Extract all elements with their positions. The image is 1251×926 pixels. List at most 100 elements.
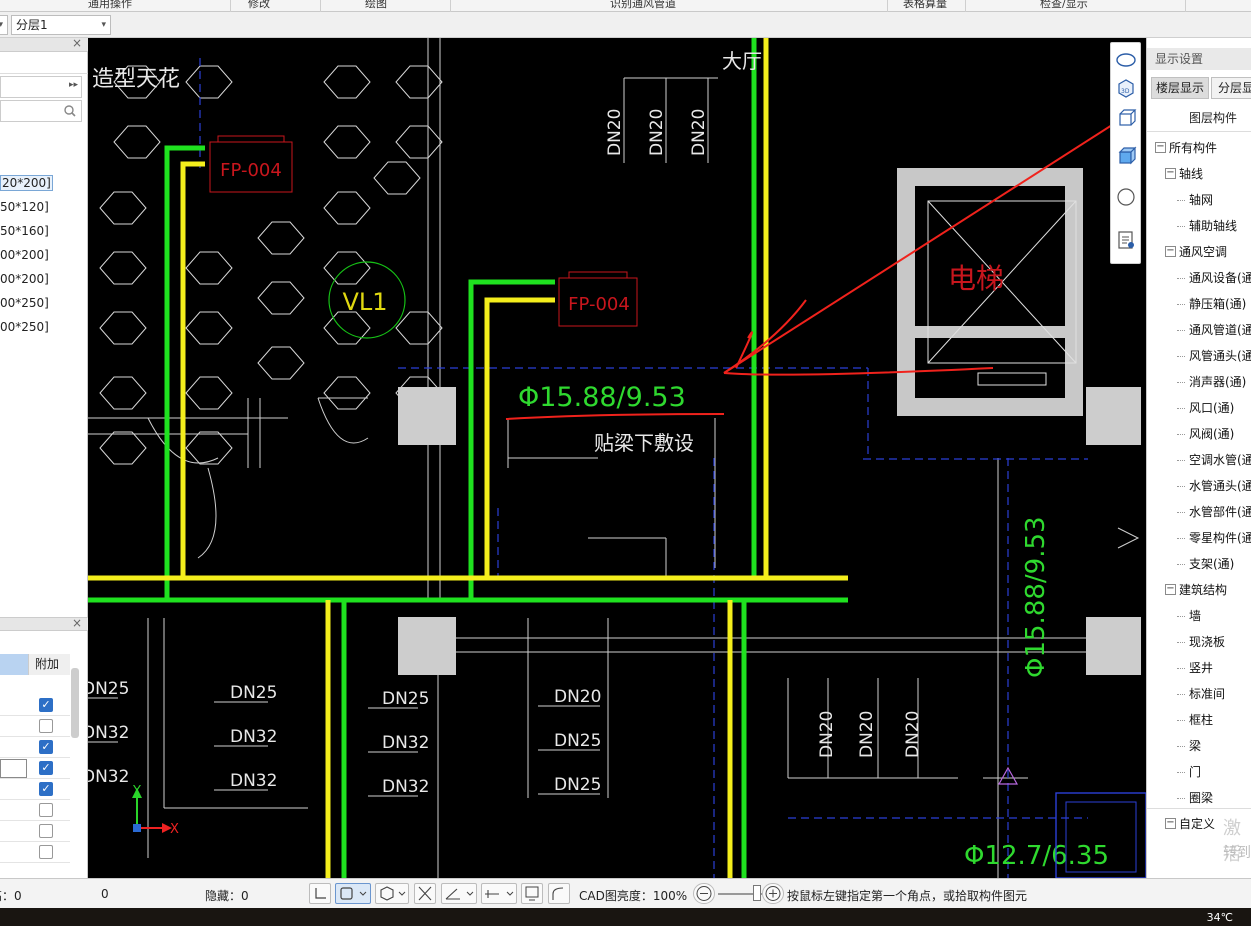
object-snap-button[interactable]	[375, 883, 409, 904]
tree-item[interactable]: 竖井	[1189, 655, 1213, 681]
attr-checkbox[interactable]: ✓	[39, 782, 53, 796]
rotate-icon[interactable]	[1115, 185, 1137, 207]
table-row	[0, 716, 70, 737]
tree-item[interactable]: 通风设备(通	[1189, 265, 1251, 291]
tree-item[interactable]: 通风管道(通	[1189, 317, 1251, 343]
list-item[interactable]: 00*250]	[0, 315, 88, 339]
column	[398, 617, 456, 675]
print-button[interactable]	[521, 883, 543, 904]
view-tool-palette: 3D	[1110, 42, 1141, 264]
ribbon-group-table[interactable]: 表格算量	[903, 0, 947, 11]
tree-item[interactable]: 轴线	[1179, 161, 1203, 187]
table-row	[0, 842, 70, 863]
tree-item[interactable]: 通风空调	[1179, 239, 1227, 265]
layer-select-value: 分层1	[16, 18, 48, 32]
tree-item[interactable]: 轴网	[1189, 187, 1213, 213]
search-icon[interactable]	[64, 105, 76, 117]
attr-checkbox[interactable]	[39, 824, 53, 838]
cube-outline-icon[interactable]	[1115, 107, 1137, 129]
tab-layer-display[interactable]: 分层显示	[1211, 77, 1251, 99]
tree-item[interactable]: 静压箱(通)	[1189, 291, 1246, 317]
tree-connector	[1177, 668, 1185, 669]
collapse-toggle-icon[interactable]: −	[1165, 584, 1176, 595]
tree-item[interactable]: 辅助轴线	[1189, 213, 1237, 239]
list-item[interactable]: 00*200]	[0, 243, 88, 267]
tree-item[interactable]: 现浇板	[1189, 629, 1225, 655]
tree-item[interactable]: 标准间	[1189, 681, 1225, 707]
ribbon-group-recognize-duct[interactable]: 识别通风管道	[610, 0, 676, 11]
ribbon-group-general[interactable]: 通用操作	[88, 0, 132, 11]
close-icon[interactable]: ×	[72, 36, 82, 50]
table-row	[0, 800, 70, 821]
dn-label: DN32	[230, 771, 277, 791]
floor-select[interactable]: ▾	[0, 15, 8, 35]
ortho-button[interactable]	[309, 883, 331, 904]
attr-checkbox[interactable]	[39, 845, 53, 859]
tree-item-label: 辅助轴线	[1189, 219, 1238, 233]
scrollbar[interactable]	[71, 668, 79, 738]
status-b: 0	[101, 887, 109, 901]
tree-item[interactable]: 框柱	[1189, 707, 1213, 733]
collapse-toggle-icon[interactable]: −	[1165, 168, 1176, 179]
tree-item[interactable]: 所有构件	[1169, 135, 1217, 161]
collapse-toggle-icon[interactable]: −	[1155, 142, 1166, 153]
tab-floor-display[interactable]: 楼层显示	[1151, 77, 1209, 99]
attr-checkbox[interactable]: ✓	[39, 761, 53, 775]
tree-item[interactable]: 门	[1189, 759, 1201, 785]
list-item[interactable]: 20*200]	[0, 171, 88, 195]
tree-connector	[1177, 538, 1185, 539]
cad-drawing-canvas[interactable]: FP-004 FP-004 VL1 造型天花 大厅 电梯 Φ15.88/9.53…	[88, 38, 1146, 878]
tree-item[interactable]: 支架(通)	[1189, 551, 1234, 577]
hall-label: 大厅	[722, 49, 762, 73]
tree-item-label: 水管通头(通	[1189, 479, 1251, 493]
angle-icon	[445, 888, 474, 900]
brightness-decrease-button[interactable]	[693, 883, 715, 904]
layer-select[interactable]: 分层1 ▾	[11, 15, 111, 35]
view-3d-icon[interactable]: 3D	[1115, 77, 1137, 99]
close-icon[interactable]: ×	[72, 616, 82, 630]
attr-checkbox[interactable]	[39, 803, 53, 817]
ribbon-group-draw[interactable]: 绘图	[365, 0, 387, 11]
tree-item[interactable]: 水管部件(通	[1189, 499, 1251, 525]
slider-handle[interactable]	[753, 885, 761, 901]
list-item[interactable]: 00*200]	[0, 267, 88, 291]
brightness-increase-button[interactable]	[762, 883, 784, 904]
attr-checkbox[interactable]	[39, 719, 53, 733]
tree-item[interactable]: 零星构件(通	[1189, 525, 1251, 551]
axis-y-label: Y	[132, 784, 141, 799]
tree-item[interactable]: 墙	[1189, 603, 1201, 629]
value-input[interactable]	[0, 759, 27, 778]
table-row: ✓	[0, 695, 70, 716]
search-input[interactable]	[0, 100, 82, 122]
tree-item[interactable]: 风阀(通)	[1189, 421, 1234, 447]
tree-item[interactable]: 建筑结构	[1179, 577, 1227, 603]
dn-label: DN25	[554, 775, 601, 795]
tree-item[interactable]: 风管通头(通	[1189, 343, 1251, 369]
tree-connector	[1177, 616, 1185, 617]
attr-checkbox[interactable]: ✓	[39, 740, 53, 754]
ribbon-group-check-display[interactable]: 检查/显示	[1040, 0, 1088, 11]
collapse-toggle-icon[interactable]: −	[1165, 246, 1176, 257]
cube-solid-icon[interactable]	[1115, 145, 1137, 167]
curve-button[interactable]	[548, 883, 570, 904]
ribbon-group-modify[interactable]: 修改	[248, 0, 270, 11]
tree-item[interactable]: 水管通头(通	[1189, 473, 1251, 499]
display-settings-icon[interactable]	[1115, 229, 1137, 251]
list-item[interactable]: 50*120]	[0, 195, 88, 219]
line-add-button[interactable]	[481, 883, 517, 904]
orbit-icon[interactable]	[1115, 49, 1137, 71]
attr-checkbox[interactable]: ✓	[39, 698, 53, 712]
cross-button[interactable]	[414, 883, 436, 904]
tree-item[interactable]: 消声器(通)	[1189, 369, 1246, 395]
tree-item[interactable]: 梁	[1189, 733, 1201, 759]
angle-button[interactable]	[441, 883, 477, 904]
column	[1086, 617, 1141, 675]
list-item[interactable]: 50*160]	[0, 219, 88, 243]
tree-item-label: 支架(通)	[1189, 557, 1235, 571]
tree-item[interactable]: 空调水管(通	[1189, 447, 1251, 473]
tree-item[interactable]: 风口(通)	[1189, 395, 1234, 421]
list-item[interactable]: 00*250]	[0, 291, 88, 315]
category-dropdown[interactable]: ▸▸	[0, 76, 82, 98]
tree-item-label: 消声器(通)	[1189, 375, 1247, 389]
snap-button[interactable]	[335, 883, 371, 904]
